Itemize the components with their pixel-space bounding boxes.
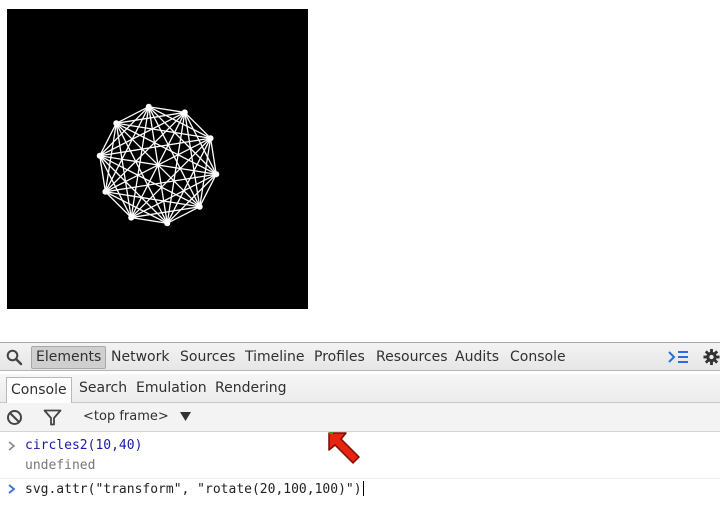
tab-audits[interactable]: Audits <box>452 348 502 367</box>
figure-vertex <box>102 188 109 195</box>
drawer-tab-console[interactable]: Console <box>6 377 72 403</box>
mouse-cursor-arrow <box>328 432 360 464</box>
tab-timeline[interactable]: Timeline <box>242 348 308 367</box>
figure-vertex <box>207 135 214 142</box>
console-divider <box>0 478 720 479</box>
prompt-chevron-icon <box>8 441 16 451</box>
figure-vertex <box>213 171 220 178</box>
figure-vertex <box>128 214 135 221</box>
tab-elements[interactable]: Elements <box>31 346 107 369</box>
tab-network[interactable]: Network <box>108 348 172 367</box>
figure-vertex <box>164 220 171 227</box>
tab-resources[interactable]: Resources <box>373 348 451 367</box>
clear-console-icon[interactable] <box>6 409 23 426</box>
tab-profiles[interactable]: Profiles <box>311 348 368 367</box>
console-command-line: circles2(10,40) <box>25 438 143 453</box>
input-prompt-icon <box>8 484 16 494</box>
gear-icon[interactable] <box>703 348 720 366</box>
show-drawer-icon[interactable] <box>668 350 690 365</box>
tab-console[interactable]: Console <box>507 348 569 367</box>
console-input-text: svg.attr("transform", "rotate(20,100,100… <box>25 482 362 497</box>
tab-sources[interactable]: Sources <box>177 348 238 367</box>
figure-vertex <box>181 109 188 116</box>
frame-selector[interactable]: <top frame> <box>83 408 169 426</box>
console-input[interactable]: svg.attr("transform", "rotate(20,100,100… <box>25 481 364 497</box>
figure-vertex <box>113 120 120 127</box>
search-icon[interactable] <box>6 349 23 366</box>
console-result-line: undefined <box>25 458 96 473</box>
text-caret <box>362 481 364 496</box>
drawer-tab-emulation[interactable]: Emulation <box>132 378 211 398</box>
figure-vertex <box>145 103 152 110</box>
figure-vertex <box>96 152 103 159</box>
svg-canvas <box>7 9 308 309</box>
console-filter-bar: <top frame> <box>0 403 720 432</box>
filter-icon[interactable] <box>43 409 62 426</box>
devtools-main-toolbar: Elements Network Sources Timeline Profil… <box>0 342 720 371</box>
drawer-toolbar: Console Search Emulation Rendering <box>0 374 720 403</box>
figure-vertex <box>196 203 203 210</box>
drawer-tab-rendering[interactable]: Rendering <box>211 378 291 398</box>
dropdown-arrow-icon[interactable] <box>180 412 191 421</box>
polygon-figure <box>96 103 220 227</box>
drawer-tab-search[interactable]: Search <box>75 378 131 398</box>
